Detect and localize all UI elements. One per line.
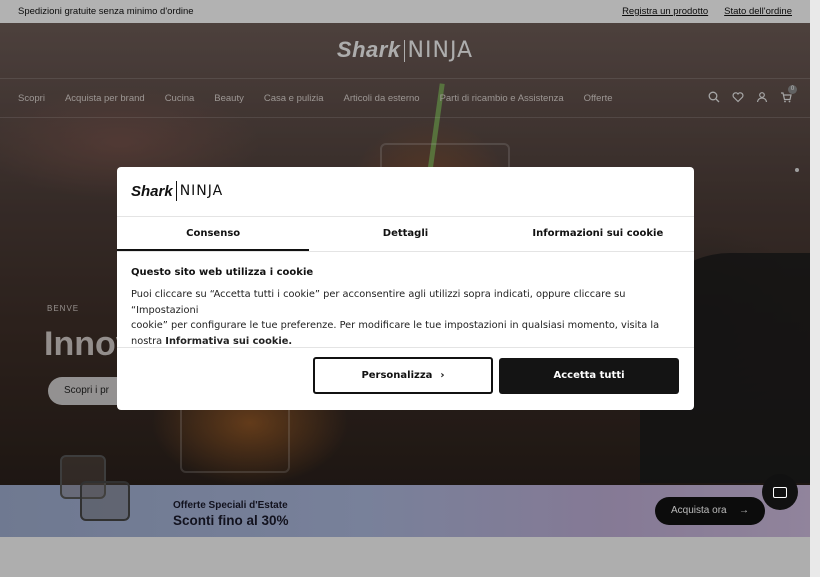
tab-info-cookie[interactable]: Informazioni sui cookie — [502, 217, 694, 251]
tab-dettagli[interactable]: Dettagli — [309, 217, 501, 251]
dialog-body-prefix: nostra — [131, 335, 166, 347]
cookie-consent-dialog: Shark NINJA Consenso Dettagli Informazion… — [117, 167, 694, 410]
page: Spedizioni gratuite senza minimo d'ordin… — [0, 0, 810, 577]
dialog-logo: Shark NINJA — [131, 179, 223, 203]
dialog-logo-ninja: NINJA — [179, 183, 224, 199]
dialog-body: Puoi cliccare su “Accetta tutti i cookie… — [131, 287, 671, 349]
dialog-body-line: Puoi cliccare su “Accetta tutti i cookie… — [131, 289, 626, 316]
tab-consenso[interactable]: Consenso — [117, 217, 310, 251]
scrollbar[interactable] — [810, 0, 820, 577]
dialog-divider — [117, 347, 694, 348]
customize-label: Personalizza — [361, 370, 433, 381]
cookie-policy-link[interactable]: Informativa sui cookie. — [165, 336, 292, 347]
accept-all-button[interactable]: Accetta tutti — [499, 358, 679, 394]
chevron-right-icon: › — [440, 370, 445, 381]
dialog-logo-shark: Shark — [131, 182, 173, 200]
dialog-tabs: Consenso Dettagli Informazioni sui cooki… — [117, 216, 694, 252]
dialog-heading: Questo sito web utilizza i cookie — [131, 267, 314, 278]
dialog-logo-divider — [175, 181, 177, 201]
chat-button[interactable] — [762, 474, 798, 510]
chat-icon — [773, 486, 787, 498]
customize-button[interactable]: Personalizza › — [313, 357, 493, 394]
dialog-body-line: cookie” per configurare le tue preferenz… — [131, 320, 660, 331]
